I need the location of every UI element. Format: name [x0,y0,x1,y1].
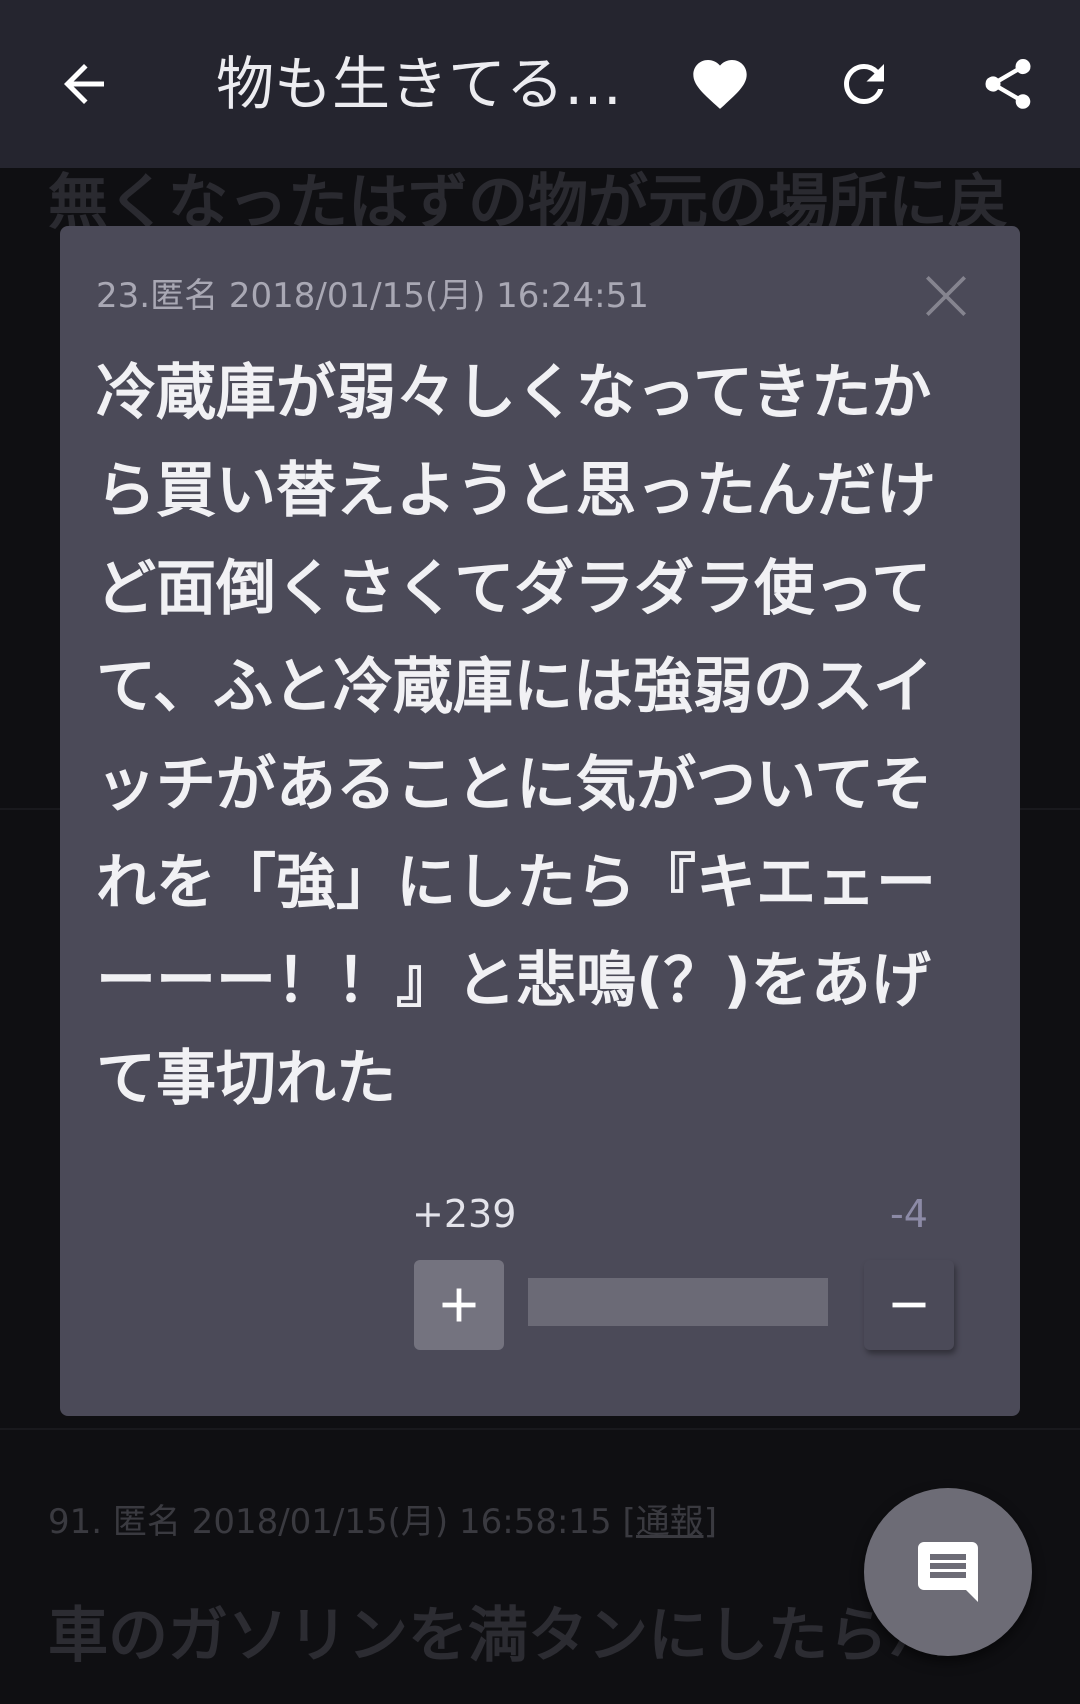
plus-icon [442,1288,476,1322]
comment-icon [918,1542,978,1602]
post-meta-text: 91. 匿名 2018/01/15(月) 16:58:15 [48,1502,623,1542]
refresh-icon [844,64,884,104]
page-title: 物も生きてる… [216,50,623,118]
back-button[interactable] [44,44,124,124]
plus-vote-button[interactable] [414,1260,504,1350]
close-icon [926,276,966,316]
vote-ratio-bar [528,1278,828,1326]
app-bar: 物も生きてる… [0,0,1080,168]
close-button[interactable] [918,268,974,324]
minus-vote-count: -4 [890,1192,928,1236]
popup-post-body: 冷蔵庫が弱々しくなってきたから買い替えようと思ったんだけど面倒くさくてダラダラ使… [96,358,936,1114]
reload-button[interactable] [824,44,904,124]
share-button[interactable] [968,44,1048,124]
minus-vote-button[interactable] [864,1260,954,1350]
heart-icon [693,60,747,109]
post-meta: 91. 匿名 2018/01/15(月) 16:58:15 [通報] [48,1494,717,1543]
back-arrow-icon [64,64,104,104]
plus-vote-count: +239 [412,1192,517,1236]
share-icon [985,59,1031,109]
comment-fab[interactable] [864,1488,1032,1656]
favorite-button[interactable] [680,44,760,124]
divider [0,1428,1080,1430]
popup-post-meta: 23.匿名 2018/01/15(月) 16:24:51 [96,276,649,316]
report-link[interactable]: [通報] [623,1502,718,1542]
post-popup: 23.匿名 2018/01/15(月) 16:24:51 冷蔵庫が弱々しくなって… [60,226,1020,1416]
minus-icon [892,1302,926,1308]
